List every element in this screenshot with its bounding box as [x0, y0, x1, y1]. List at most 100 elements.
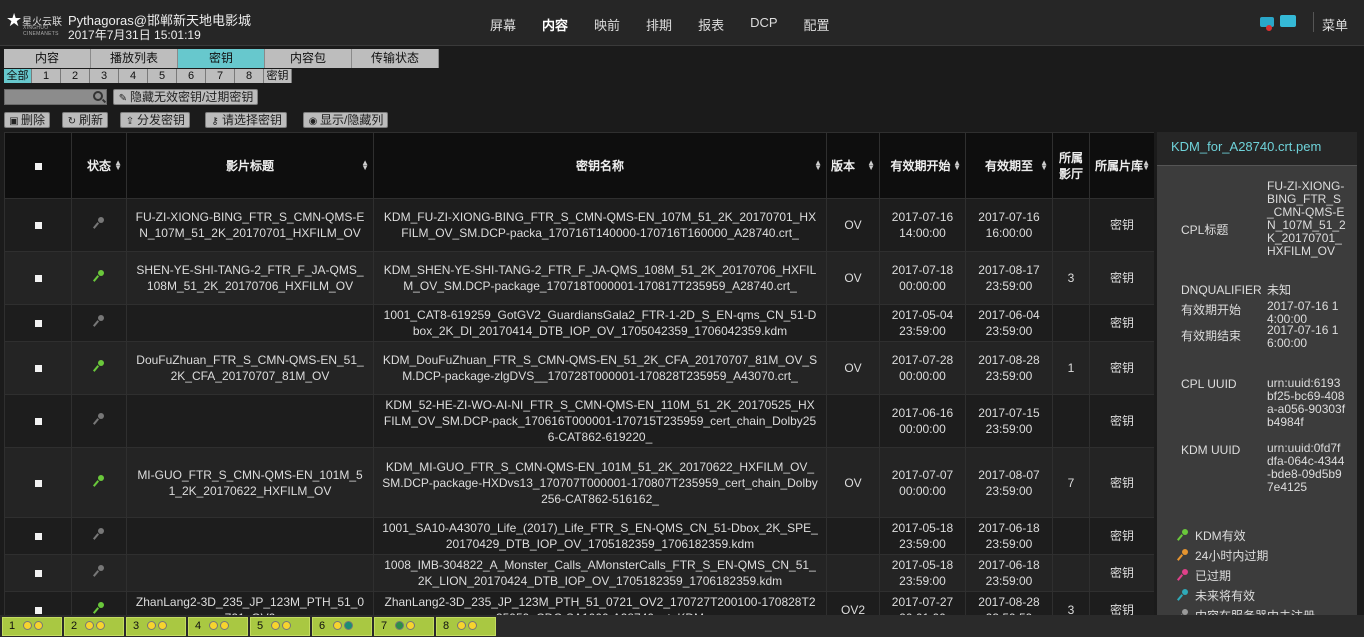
tab-4[interactable]: 传输状态: [352, 49, 439, 68]
screen-filter-9[interactable]: 密钥: [264, 69, 292, 83]
row-select-checkbox[interactable]: [34, 606, 42, 614]
screen-filter-0[interactable]: 全部: [4, 69, 32, 83]
row-select-checkbox[interactable]: [34, 365, 42, 372]
header-hall-label: 所属影厅: [1059, 150, 1084, 181]
row-select-checkbox[interactable]: [34, 222, 42, 229]
row-select-checkbox[interactable]: [34, 479, 42, 487]
row-select-checkbox[interactable]: [34, 533, 42, 540]
header-start[interactable]: 有效期开始 ▲ ▼: [879, 132, 966, 199]
screen-filter-8[interactable]: 8: [235, 69, 264, 83]
row-select-checkbox[interactable]: [34, 275, 42, 282]
table-row[interactable]: MI-GUO_FTR_S_CMN-QMS-EN_101M_51_2K_20170…: [4, 447, 1154, 518]
main-nav: 屏幕 内容 映前 排期 报表 DCP 配置: [490, 15, 856, 34]
nav-item-4[interactable]: 报表: [698, 15, 724, 34]
sort-icon[interactable]: ▲ ▼: [1040, 159, 1048, 172]
distribute-key-button[interactable]: ⇪ 分发密钥: [120, 112, 191, 128]
screen-status-7[interactable]: 7: [374, 617, 434, 636]
legend-item: 未来将有效: [1177, 587, 1255, 604]
header-version[interactable]: 版本 ▲ ▼: [826, 132, 880, 199]
table-row[interactable]: SHEN-YE-SHI-TANG-2_FTR_F_JA-QMS_108M_51_…: [4, 251, 1154, 305]
header-lib[interactable]: 所属片库 ▲ ▼: [1089, 132, 1154, 199]
row-lib: 密钥: [1089, 251, 1154, 305]
row-checkbox[interactable]: [4, 394, 72, 448]
screen-status-3[interactable]: 3: [126, 617, 186, 636]
detail-value: 未知: [1267, 283, 1292, 297]
header-film[interactable]: 影片标题 ▲ ▼: [126, 132, 374, 199]
row-checkbox[interactable]: [4, 591, 72, 615]
row-checkbox[interactable]: [4, 517, 72, 555]
delete-button[interactable]: ▣ 删除: [4, 112, 51, 128]
menu-button[interactable]: 菜单: [1322, 15, 1348, 34]
nav-item-5[interactable]: DCP: [750, 15, 777, 34]
screen-status-6[interactable]: 6: [312, 617, 372, 636]
screen-status-4[interactable]: 4: [188, 617, 248, 636]
header-status[interactable]: 状态 ▲ ▼: [71, 132, 127, 199]
screen-filter-5[interactable]: 5: [148, 69, 177, 83]
screen-filter-3[interactable]: 3: [90, 69, 119, 83]
sort-icon[interactable]: ▲ ▼: [1142, 159, 1150, 172]
table-row[interactable]: ZhanLang2-3D_235_JP_123M_PTH_51_0721_OV2…: [4, 591, 1154, 615]
row-select-checkbox[interactable]: [34, 570, 42, 577]
refresh-button[interactable]: ↻ 刷新: [62, 112, 109, 128]
row-version: OV: [826, 341, 880, 395]
sort-icon[interactable]: ▲ ▼: [361, 159, 369, 172]
key-status-icon: [93, 217, 105, 229]
screen-status-2[interactable]: 2: [64, 617, 124, 636]
screen-filter-7[interactable]: 7: [206, 69, 235, 83]
table-row[interactable]: 1008_IMB-304822_A_Monster_Calls_AMonster…: [4, 554, 1154, 592]
row-checkbox[interactable]: [4, 554, 72, 592]
row-checkbox[interactable]: [4, 304, 72, 342]
key-table-wrapper[interactable]: 状态 ▲ ▼ 影片标题 ▲ ▼ 密钥名称 ▲ ▼ 版本 ▲ ▼ 有效期开始 ▲ ▼ 有效期至 ▲ ▼ 所…: [4, 132, 1154, 615]
logo-star-icon: ★: [6, 10, 23, 30]
eye-icon: ◉: [308, 116, 318, 127]
row-checkbox[interactable]: [4, 198, 72, 252]
row-checkbox[interactable]: [4, 341, 72, 395]
legend-item: KDM有效: [1177, 527, 1246, 544]
toggle-columns-button[interactable]: ◉ 显示/隐藏列: [303, 112, 389, 128]
choose-key-button[interactable]: ⚷ 请选择密钥: [205, 112, 288, 128]
nav-item-6[interactable]: 配置: [804, 15, 830, 34]
sort-icon[interactable]: ▲ ▼: [953, 159, 961, 172]
screen-status-5[interactable]: 5: [250, 617, 310, 636]
screen-filter-2[interactable]: 2: [61, 69, 90, 83]
screen-status-8[interactable]: 8: [436, 617, 496, 636]
select-all-checkbox[interactable]: [34, 162, 42, 170]
detail-value: urn:uuid:6193bf25-bc69-408a-a056-90303fb…: [1267, 376, 1346, 429]
nav-item-2[interactable]: 映前: [594, 15, 620, 34]
tab-0[interactable]: 内容: [4, 49, 91, 68]
table-row[interactable]: FU-ZI-XIONG-BING_FTR_S_CMN-QMS-EN_107M_5…: [4, 198, 1154, 252]
sort-icon[interactable]: ▲ ▼: [867, 159, 875, 172]
row-hall: [1052, 394, 1090, 448]
nav-item-1[interactable]: 内容: [542, 15, 568, 34]
search-icon[interactable]: [93, 91, 103, 101]
nav-item-3[interactable]: 排期: [646, 15, 672, 34]
screen-filter-6[interactable]: 6: [177, 69, 206, 83]
tab-3[interactable]: 内容包: [265, 49, 352, 68]
table-row[interactable]: KDM_52-HE-ZI-WO-AI-NI_FTR_S_CMN-QMS-EN_1…: [4, 394, 1154, 448]
select-all-header[interactable]: [4, 132, 72, 199]
row-checkbox[interactable]: [4, 251, 72, 305]
tab-1[interactable]: 播放列表: [91, 49, 178, 68]
header-hall[interactable]: 所属影厅: [1052, 132, 1090, 199]
table-row[interactable]: 1001_SA10-A43070_Life_(2017)_Life_FTR_S_…: [4, 517, 1154, 555]
header-keyname[interactable]: 密钥名称 ▲ ▼: [373, 132, 827, 199]
nav-item-0[interactable]: 屏幕: [490, 15, 516, 34]
tab-2[interactable]: 密钥: [178, 49, 265, 68]
screen-filter-1[interactable]: 1: [32, 69, 61, 83]
row-select-checkbox[interactable]: [34, 418, 42, 425]
notification-area[interactable]: [1260, 15, 1300, 31]
sort-icon[interactable]: ▲ ▼: [814, 159, 822, 172]
table-row[interactable]: 1001_CAT8-619259_GotGV2_GuardiansGala2_F…: [4, 304, 1154, 342]
screen-filter-4[interactable]: 4: [119, 69, 148, 83]
sort-icon[interactable]: ▲ ▼: [114, 159, 122, 172]
table-row[interactable]: DouFuZhuan_FTR_S_CMN-QMS-EN_51_2K_CFA_20…: [4, 341, 1154, 395]
hide-invalid-button[interactable]: ✎ 隐藏无效密钥/过期密钥: [113, 89, 259, 105]
row-checkbox[interactable]: [4, 447, 72, 518]
search-input[interactable]: [5, 93, 89, 107]
message-icon[interactable]: [1280, 15, 1296, 27]
key-status-icon: [93, 601, 105, 614]
header-end[interactable]: 有效期至 ▲ ▼: [965, 132, 1053, 199]
row-select-checkbox[interactable]: [34, 320, 42, 327]
row-key-name: KDM_MI-GUO_FTR_S_CMN-QMS-EN_101M_51_2K_2…: [373, 447, 827, 518]
screen-status-1[interactable]: 1: [2, 617, 62, 636]
